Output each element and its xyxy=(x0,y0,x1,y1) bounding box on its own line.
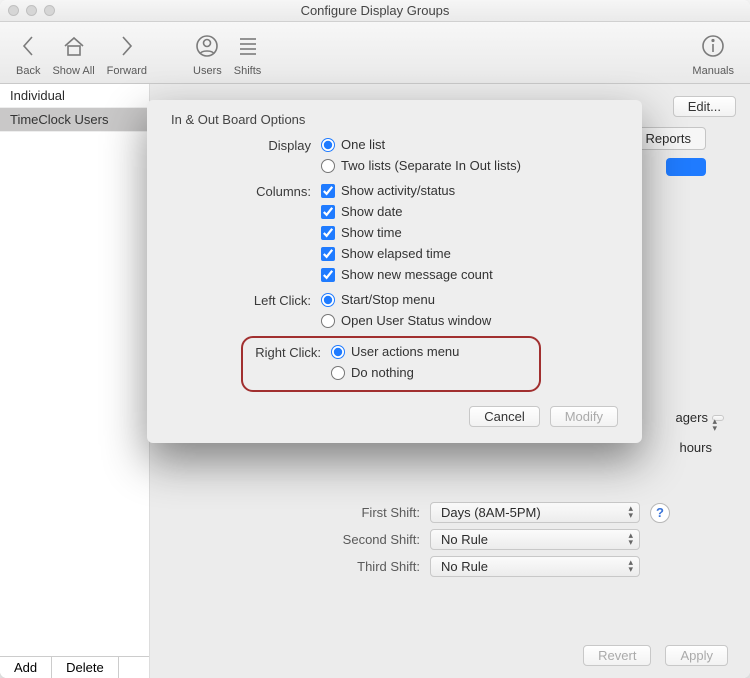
sidebar: Individual TimeClock Users Add Delete xyxy=(0,84,150,678)
left-openstatus-option[interactable]: Open User Status window xyxy=(321,313,491,328)
edit-button[interactable]: Edit... xyxy=(673,96,736,117)
col-date-checkbox[interactable] xyxy=(321,205,335,219)
apply-button[interactable]: Apply xyxy=(665,645,728,666)
right-nothing-option[interactable]: Do nothing xyxy=(331,365,459,380)
col-activity-checkbox[interactable] xyxy=(321,184,335,198)
app-window: Configure Display Groups Back Show All xyxy=(0,0,750,678)
add-button[interactable]: Add xyxy=(0,657,52,678)
left-startstop-radio[interactable] xyxy=(321,293,335,307)
chevron-left-icon xyxy=(18,29,38,63)
chevron-right-icon xyxy=(117,29,137,63)
col-activity-option[interactable]: Show activity/status xyxy=(321,183,493,198)
display-label: Display xyxy=(171,137,321,153)
window-title: Configure Display Groups xyxy=(0,3,750,18)
display-one-list-radio[interactable] xyxy=(321,138,335,152)
showall-button[interactable]: Show All xyxy=(52,29,94,77)
revert-button[interactable]: Revert xyxy=(583,645,651,666)
col-date-option[interactable]: Show date xyxy=(321,204,493,219)
rightclick-highlight: Right Click: User actions menu Do nothin… xyxy=(241,336,541,392)
chevron-updown-icon: ▴▾ xyxy=(628,532,633,546)
delete-button[interactable]: Delete xyxy=(52,657,119,678)
col-msgcount-option[interactable]: Show new message count xyxy=(321,267,493,282)
right-actions-radio[interactable] xyxy=(331,345,345,359)
leftclick-label: Left Click: xyxy=(171,292,321,308)
col-msgcount-checkbox[interactable] xyxy=(321,268,335,282)
titlebar: Configure Display Groups xyxy=(0,0,750,22)
cancel-button[interactable]: Cancel xyxy=(469,406,539,427)
toolbar: Back Show All Forward Users xyxy=(0,22,750,84)
chevron-updown-icon: ▴▾ xyxy=(712,418,717,432)
chevron-updown-icon: ▴▾ xyxy=(628,559,633,573)
peek-popup[interactable]: ▴▾ xyxy=(712,415,724,421)
left-openstatus-radio[interactable] xyxy=(321,314,335,328)
rightclick-label: Right Click: xyxy=(251,344,331,360)
right-nothing-radio[interactable] xyxy=(331,366,345,380)
display-two-lists-radio[interactable] xyxy=(321,159,335,173)
sidebar-item-timeclock-users[interactable]: TimeClock Users xyxy=(0,108,149,132)
col-elapsed-checkbox[interactable] xyxy=(321,247,335,261)
peek-agers-label: agers xyxy=(675,410,708,425)
left-startstop-option[interactable]: Start/Stop menu xyxy=(321,292,491,307)
columns-label: Columns: xyxy=(171,183,321,199)
third-shift-popup[interactable]: No Rule▴▾ xyxy=(430,556,640,577)
second-shift-popup[interactable]: No Rule▴▾ xyxy=(430,529,640,550)
shifts-button[interactable]: Shifts xyxy=(234,29,262,77)
info-icon xyxy=(700,29,726,63)
chevron-updown-icon: ▴▾ xyxy=(628,505,633,519)
back-button[interactable]: Back xyxy=(16,29,40,77)
blue-segment[interactable] xyxy=(666,158,706,176)
home-icon xyxy=(61,29,87,63)
sheet-title: In & Out Board Options xyxy=(171,112,618,127)
options-sheet: In & Out Board Options Display One list … xyxy=(147,100,642,443)
help-icon[interactable]: ? xyxy=(650,503,670,523)
list-icon xyxy=(235,29,261,63)
sidebar-item-individual[interactable]: Individual xyxy=(0,84,149,108)
third-shift-label: Third Shift: xyxy=(357,559,420,574)
sidebar-footer: Add Delete xyxy=(0,656,149,678)
manuals-button[interactable]: Manuals xyxy=(692,29,734,77)
col-time-option[interactable]: Show time xyxy=(321,225,493,240)
col-time-checkbox[interactable] xyxy=(321,226,335,240)
first-shift-label: First Shift: xyxy=(361,505,420,520)
display-two-lists-option[interactable]: Two lists (Separate In Out lists) xyxy=(321,158,521,173)
peek-hours-label: hours xyxy=(679,440,712,455)
second-shift-label: Second Shift: xyxy=(343,532,420,547)
user-icon xyxy=(194,29,220,63)
users-button[interactable]: Users xyxy=(193,29,222,77)
display-one-list-option[interactable]: One list xyxy=(321,137,521,152)
col-elapsed-option[interactable]: Show elapsed time xyxy=(321,246,493,261)
forward-button[interactable]: Forward xyxy=(107,29,147,77)
right-actions-option[interactable]: User actions menu xyxy=(331,344,459,359)
modify-button[interactable]: Modify xyxy=(550,406,618,427)
first-shift-popup[interactable]: Days (8AM-5PM)▴▾ xyxy=(430,502,640,523)
